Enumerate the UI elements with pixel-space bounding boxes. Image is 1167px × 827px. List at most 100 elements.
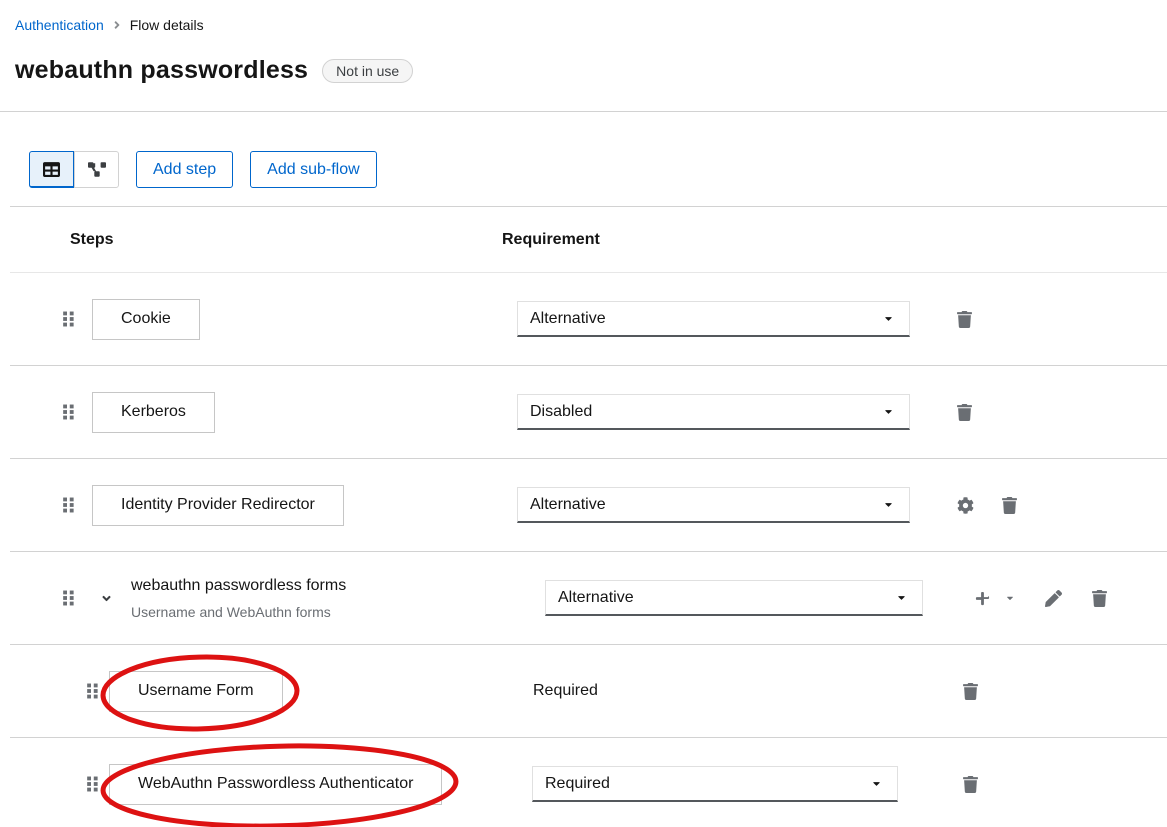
drag-handle[interactable] xyxy=(63,590,74,606)
column-header-requirement: Requirement xyxy=(502,231,1167,249)
delete-button[interactable] xyxy=(963,683,978,700)
delete-button[interactable] xyxy=(957,311,972,328)
requirement-value: Alternative xyxy=(558,589,634,607)
requirement-select[interactable]: Required xyxy=(532,766,898,802)
requirement-value: Alternative xyxy=(530,310,606,328)
diagram-view-button[interactable] xyxy=(74,151,119,188)
caret-down-icon xyxy=(871,778,882,789)
requirement-select[interactable]: Alternative xyxy=(517,487,910,523)
steps-cell: Cookie xyxy=(10,299,517,340)
table-header: Steps Requirement xyxy=(10,207,1167,273)
requirement-cell: Required xyxy=(517,766,923,802)
requirement-value: Disabled xyxy=(530,403,592,421)
table-row: Username Form Required xyxy=(10,645,1167,738)
view-toggle-group xyxy=(29,151,119,188)
delete-button[interactable] xyxy=(1002,497,1017,514)
page-title: webauthn passwordless xyxy=(15,56,308,85)
pencil-icon xyxy=(1045,590,1062,607)
requirement-text: Required xyxy=(533,682,598,699)
divider xyxy=(0,111,1167,112)
drag-handle[interactable] xyxy=(63,311,74,327)
actions-cell xyxy=(923,404,1167,421)
drag-handle-icon xyxy=(63,311,74,327)
steps-cell: Username Form xyxy=(10,671,517,712)
column-header-steps: Steps xyxy=(70,231,517,249)
drag-handle-icon xyxy=(63,497,74,513)
delete-button[interactable] xyxy=(963,776,978,793)
actions-cell xyxy=(923,497,1167,514)
requirement-cell: Alternative xyxy=(517,580,923,616)
trash-icon xyxy=(1092,590,1107,607)
plus-icon xyxy=(975,591,990,606)
flow-table-body: Cookie Alternative Kerberos Disabled Identit… xyxy=(10,273,1167,827)
step-name-box[interactable]: Identity Provider Redirector xyxy=(92,485,344,526)
requirement-value: Required xyxy=(545,775,610,793)
drag-handle-icon xyxy=(87,776,98,792)
steps-cell: webauthn passwordless forms Username and … xyxy=(10,576,517,620)
table-view-button[interactable] xyxy=(29,151,74,188)
requirement-select[interactable]: Alternative xyxy=(517,301,910,337)
expand-toggle[interactable] xyxy=(100,592,113,605)
caret-down-icon xyxy=(883,499,894,510)
drag-handle-icon xyxy=(63,404,74,420)
edit-button[interactable] xyxy=(1045,590,1062,607)
page-header: webauthn passwordless Not in use xyxy=(15,56,1167,85)
subflow-name: webauthn passwordless forms xyxy=(131,576,346,596)
delete-button[interactable] xyxy=(957,404,972,421)
add-step-dropdown-button[interactable] xyxy=(975,591,1015,606)
requirement-select[interactable]: Disabled xyxy=(517,394,910,430)
subflow-description: Username and WebAuthn forms xyxy=(131,604,346,620)
trash-icon xyxy=(963,776,978,793)
step-name-box[interactable]: Username Form xyxy=(109,671,283,712)
table-row: Cookie Alternative xyxy=(10,273,1167,366)
actions-cell xyxy=(923,311,1167,328)
add-step-button[interactable]: Add step xyxy=(136,151,233,188)
table-icon xyxy=(43,161,60,178)
chevron-down-icon xyxy=(100,592,113,605)
delete-button[interactable] xyxy=(1092,590,1107,607)
table-row: Kerberos Disabled xyxy=(10,366,1167,459)
flow-steps-table: Steps Requirement Cookie Alternative Kerbe… xyxy=(10,206,1167,827)
drag-handle[interactable] xyxy=(63,404,74,420)
steps-cell: WebAuthn Passwordless Authenticator xyxy=(10,764,517,805)
caret-down-icon xyxy=(1005,593,1015,603)
breadcrumb-link-authentication[interactable]: Authentication xyxy=(15,17,104,33)
requirement-cell: Disabled xyxy=(517,394,923,430)
requirement-cell: Required xyxy=(517,682,923,700)
requirement-select[interactable]: Alternative xyxy=(545,580,923,616)
settings-button[interactable] xyxy=(957,497,974,514)
breadcrumb-current: Flow details xyxy=(130,17,204,33)
caret-down-icon xyxy=(883,406,894,417)
requirement-cell: Alternative xyxy=(517,487,923,523)
breadcrumb-separator-icon xyxy=(113,19,121,31)
breadcrumb: Authentication Flow details xyxy=(0,0,1167,33)
drag-handle[interactable] xyxy=(87,776,98,792)
status-badge: Not in use xyxy=(322,59,413,83)
actions-cell xyxy=(923,776,1167,793)
step-name-box[interactable]: Cookie xyxy=(92,299,200,340)
actions-cell xyxy=(923,590,1167,607)
subflow-text: webauthn passwordless forms Username and … xyxy=(131,576,346,620)
gear-icon xyxy=(957,497,974,514)
requirement-cell: Alternative xyxy=(517,301,923,337)
drag-handle[interactable] xyxy=(63,497,74,513)
steps-cell: Identity Provider Redirector xyxy=(10,485,517,526)
add-subflow-button[interactable]: Add sub-flow xyxy=(250,151,377,188)
toolbar: Add step Add sub-flow xyxy=(29,151,1167,188)
trash-icon xyxy=(957,311,972,328)
table-row: Identity Provider Redirector Alternative xyxy=(10,459,1167,552)
trash-icon xyxy=(957,404,972,421)
diagram-icon xyxy=(88,162,106,177)
steps-cell: Kerberos xyxy=(10,392,517,433)
drag-handle[interactable] xyxy=(87,683,98,699)
caret-down-icon xyxy=(896,592,907,603)
step-name-box[interactable]: WebAuthn Passwordless Authenticator xyxy=(109,764,442,805)
actions-cell xyxy=(923,683,1167,700)
drag-handle-icon xyxy=(63,590,74,606)
trash-icon xyxy=(1002,497,1017,514)
drag-handle-icon xyxy=(87,683,98,699)
requirement-value: Alternative xyxy=(530,496,606,514)
step-name-box[interactable]: Kerberos xyxy=(92,392,215,433)
caret-down-icon xyxy=(883,313,894,324)
trash-icon xyxy=(963,683,978,700)
